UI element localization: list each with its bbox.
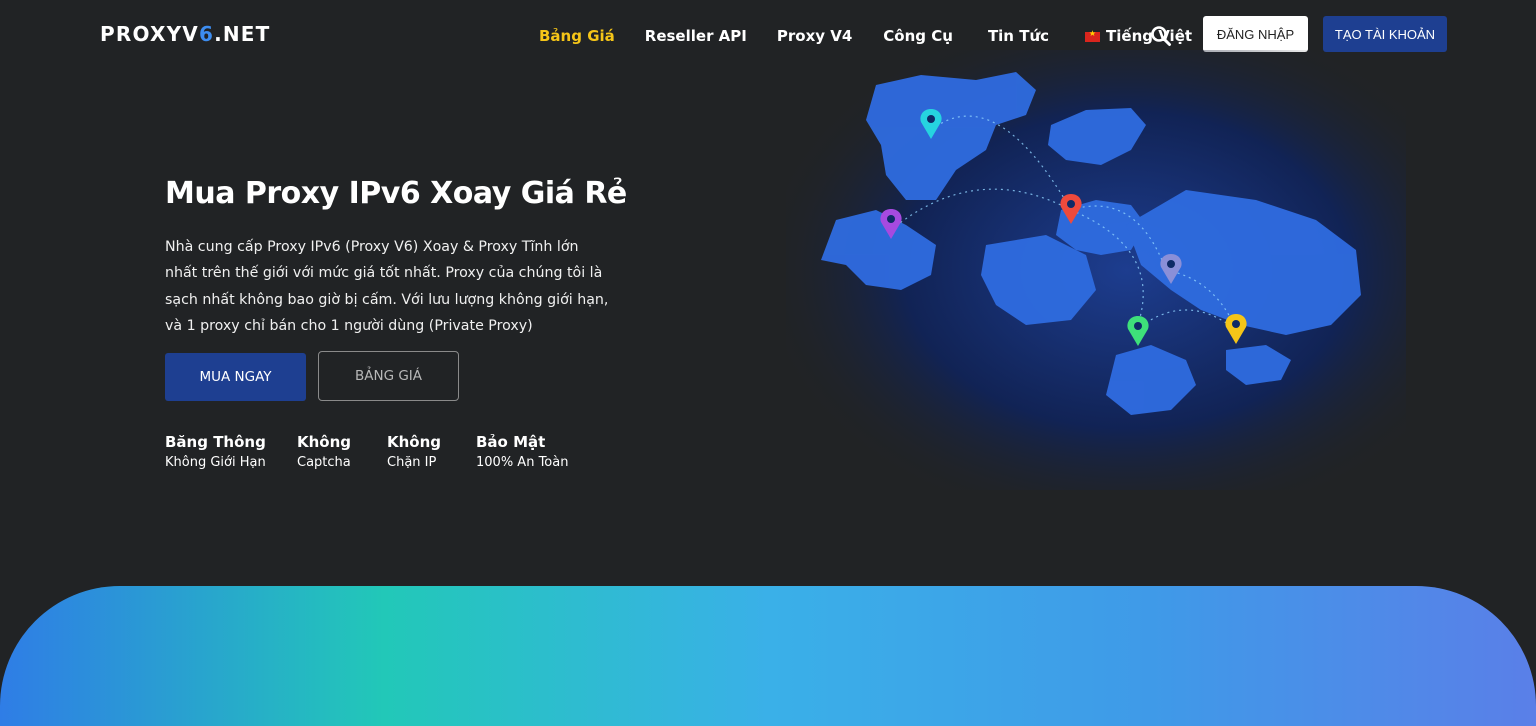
nav-item-reseller-api[interactable]: Reseller API [645,27,747,45]
feature-title: Bảo Mật [476,433,546,451]
feature-title: Không [387,433,442,451]
nav-item-proxy-v4[interactable]: Proxy V4 [777,27,852,45]
feature-bandwidth: Băng Thông Không Giới Hạn [165,433,266,471]
world-map-illustration [786,50,1406,490]
feature-no-ip-block: Không Chặn IP [387,433,441,471]
language-selector[interactable]: Tiếng Việt [1085,27,1192,45]
register-button[interactable]: TẠO TÀI KHOẢN [1323,16,1447,52]
feature-security: Bảo Mật 100% An Toàn [476,433,568,471]
feature-subtitle: Không Giới Hạn [165,455,266,470]
feature-subtitle: 100% An Toàn [476,455,569,470]
hero-description: Nhà cung cấp Proxy IPv6 (Proxy V6) Xoay … [165,239,609,334]
login-button[interactable]: ĐĂNG NHẬP [1203,16,1308,52]
bottom-gradient-section [0,586,1536,726]
logo-text-main: PROXYV [100,22,199,46]
buy-now-button[interactable]: MUA NGAY [165,353,306,401]
feature-subtitle: Captcha [297,455,351,470]
pricing-button[interactable]: BẢNG GIÁ [318,351,459,401]
logo-text-domain: .NET [214,22,271,46]
hero-title: Mua Proxy IPv6 Xoay Giá Rẻ [165,176,627,211]
feature-subtitle: Chặn IP [387,455,437,470]
feature-title: Băng Thông [165,433,266,451]
logo-text-accent: 6 [198,22,215,46]
nav-item-tools[interactable]: Công Cụ [883,27,953,45]
site-logo[interactable]: PROXYV6.NET [100,22,271,46]
search-button[interactable] [1150,25,1172,47]
nav-item-news[interactable]: Tin Tức [988,27,1049,45]
main-navigation: Bảng Giá Reseller API Proxy V4 Công Cụ T… [539,24,1192,48]
feature-no-captcha: Không Captcha [297,433,351,471]
nav-item-pricing[interactable]: Bảng Giá [539,27,615,45]
vietnam-flag-icon [1085,29,1101,42]
feature-title: Không [297,433,352,451]
search-icon [1151,26,1171,46]
